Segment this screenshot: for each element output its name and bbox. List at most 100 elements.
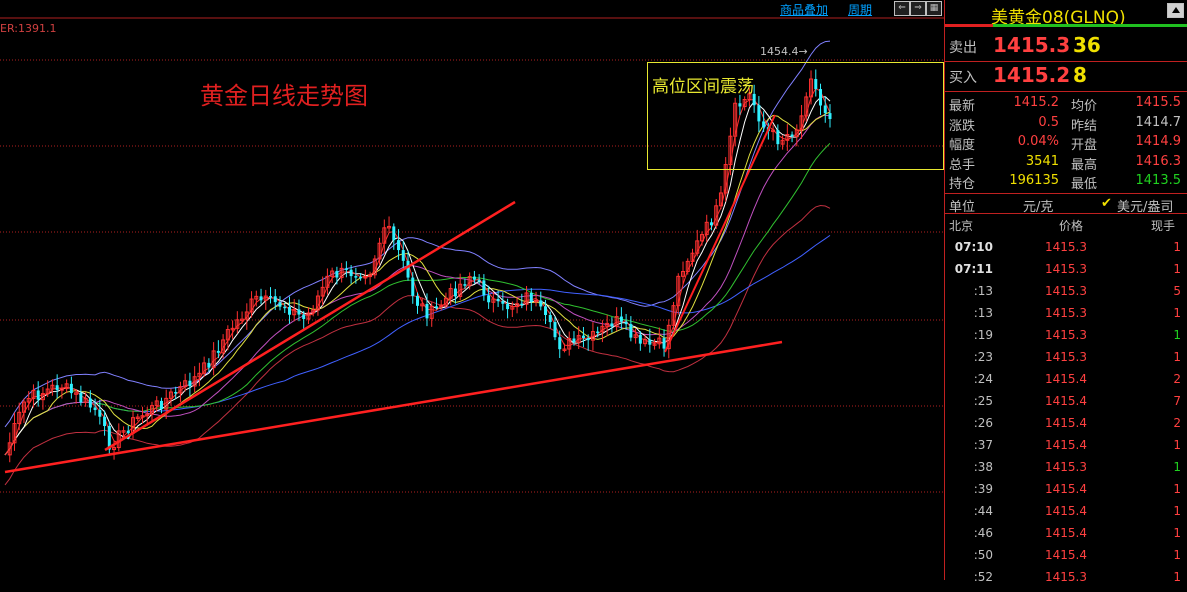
stat-value: 1414.7 (1135, 114, 1182, 130)
candle-body (581, 335, 585, 339)
prev-right-icon[interactable]: ⇒ (910, 1, 926, 16)
candle-body (207, 362, 211, 368)
candle-body (472, 276, 476, 280)
divider (945, 91, 1187, 92)
tick-row: :46 1415.4 1 (945, 526, 1187, 548)
candle-body (216, 350, 220, 353)
candle-body (93, 407, 97, 411)
ticks-header-time: 北京 (949, 219, 974, 233)
stat-value: 1413.5 (1135, 173, 1182, 188)
tick-row: :44 1415.4 1 (945, 504, 1187, 526)
candle-body (520, 303, 524, 306)
stat-value: 1415.2 (1013, 95, 1060, 110)
candle-body (638, 334, 642, 344)
tick-volume: 1 (1173, 504, 1181, 518)
candle-body (610, 323, 614, 327)
tick-row: :38 1415.3 1 (945, 460, 1187, 482)
buy-price: 1415.2 (993, 63, 1071, 87)
candle-body (98, 410, 102, 417)
candle-body (709, 222, 713, 226)
candle-body (544, 306, 548, 316)
divider (945, 61, 1187, 62)
tick-volume: 1 (1173, 460, 1181, 474)
candle-body (586, 338, 590, 341)
tick-volume: 1 (1173, 570, 1181, 584)
candle-body (548, 315, 552, 323)
tick-price: 1415.3 (1045, 306, 1087, 320)
grid-toggle-icon[interactable]: ▦ (926, 1, 942, 16)
candle-body (629, 324, 633, 338)
stat-value: 196135 (1009, 173, 1059, 188)
tick-price: 1415.4 (1045, 504, 1087, 518)
candle-body (302, 314, 306, 319)
candle-body (648, 339, 652, 345)
candle-body (572, 338, 576, 343)
tick-volume: 5 (1173, 284, 1181, 298)
panel-header: 美黄金08(GLNQ) (945, 0, 1187, 28)
tick-volume: 1 (1173, 482, 1181, 496)
period-link[interactable]: 周期 (848, 1, 872, 18)
tick-row: :50 1415.4 1 (945, 548, 1187, 570)
tick-price: 1415.3 (1045, 570, 1087, 584)
tick-volume: 1 (1173, 548, 1181, 562)
stat-value: 1416.3 (1135, 153, 1182, 169)
candle-body (434, 306, 438, 308)
tick-row: :25 1415.4 7 (945, 394, 1187, 416)
candle-body (287, 307, 291, 315)
tick-time: :19 (973, 328, 993, 342)
tick-price: 1415.4 (1045, 526, 1087, 540)
candle-body (624, 321, 628, 325)
candle-body (539, 300, 543, 307)
tick-price: 1415.3 (1045, 284, 1087, 298)
lower-band (4, 204, 831, 486)
tick-price: 1415.4 (1045, 394, 1087, 408)
stat-label: 最新 (949, 99, 976, 114)
buy-ratio-bar (993, 24, 1187, 27)
candle-body (416, 295, 419, 306)
tick-row: 07:10 1415.3 1 (945, 240, 1187, 262)
stat-value: 0.5 (1038, 114, 1059, 130)
stat-label: 均价 (1071, 99, 1098, 114)
tick-volume: 1 (1173, 350, 1181, 364)
tick-price: 1415.3 (1045, 240, 1087, 254)
candle-body (553, 322, 557, 338)
tick-time: 07:11 (954, 262, 993, 276)
buy-qty: 8 (1073, 63, 1087, 87)
tick-price: 1415.4 (1045, 482, 1087, 496)
candle-body (159, 400, 163, 410)
tick-time: :52 (973, 570, 993, 584)
trendline-upper (104, 200, 516, 452)
candle-body (103, 416, 107, 427)
stat-label: 涨跌 (949, 118, 976, 134)
tick-row: :24 1415.4 2 (945, 372, 1187, 394)
tick-volume: 1 (1173, 306, 1181, 320)
candle-body (397, 240, 401, 251)
scroll-up-icon[interactable] (1167, 3, 1184, 18)
tick-volume: 1 (1173, 438, 1181, 452)
ma-line (4, 234, 831, 456)
sell-ratio-bar (945, 24, 993, 27)
tick-volume: 1 (1173, 328, 1181, 342)
candle-body (506, 303, 510, 310)
stat-label: 最高 (1071, 157, 1098, 173)
stat-label: 持仓 (949, 177, 976, 192)
stat-value: 1414.9 (1135, 134, 1182, 149)
tick-price: 1415.4 (1045, 438, 1087, 452)
candle-body (188, 380, 192, 387)
peak-label: 1454.4→ (760, 45, 808, 58)
ticks-header-price: 价格 (1059, 219, 1084, 233)
tick-row: :19 1415.3 1 (945, 328, 1187, 350)
tick-price: 1415.4 (1045, 416, 1087, 430)
overlay-link[interactable]: 商品叠加 (780, 1, 828, 18)
chart-area[interactable]: 商品叠加 周期 ⇐ ⇒ ▦ ER:1391.1 黄金日线走势图 高位区间震荡 1… (0, 0, 944, 580)
prev-left-icon[interactable]: ⇐ (894, 1, 910, 16)
candle-body (406, 260, 410, 278)
tick-time: :38 (973, 460, 993, 474)
stat-label: 开盘 (1071, 138, 1098, 153)
candle-body (269, 296, 273, 298)
tick-time: :46 (973, 526, 993, 540)
candle-body (482, 280, 486, 296)
check-icon[interactable]: ✔ (1101, 196, 1112, 211)
candle-body (174, 392, 178, 394)
tick-time: :50 (973, 548, 993, 562)
